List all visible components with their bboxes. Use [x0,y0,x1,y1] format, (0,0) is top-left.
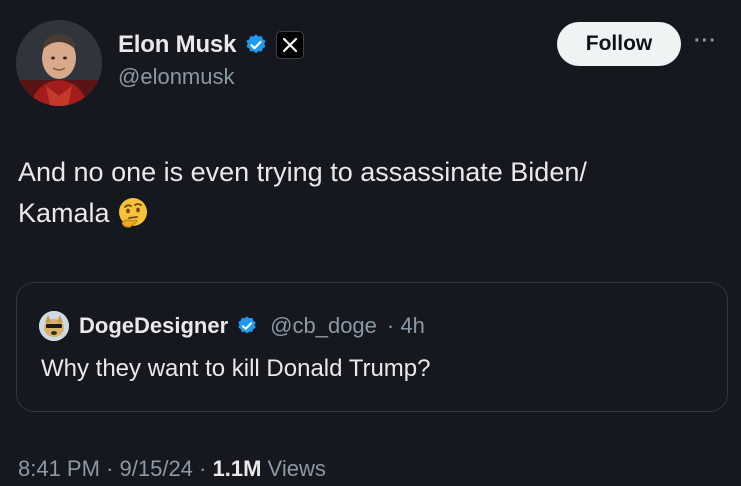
author-avatar[interactable] [16,20,102,106]
tweet-time[interactable]: 8:41 PM [18,456,100,481]
meta-separator: · [199,456,207,481]
tweet-text-line-2: Kamala [18,198,110,228]
author-name-row: Elon Musk [118,29,305,61]
quoted-author-avatar[interactable] [39,311,69,341]
quoted-author-handle[interactable]: @cb_doge [270,313,377,339]
avatar-image [16,20,102,106]
quoted-tweet-header: DogeDesigner @cb_doge · 4h [39,311,425,341]
quoted-verified-badge-icon [236,315,258,337]
tweet-text-line-2-wrap: Kamala [18,193,718,234]
views-label: Views [267,456,326,481]
tweet-text-line-1: And no one is even trying to assassinate… [18,157,587,187]
author-handle[interactable]: @elonmusk [118,64,235,90]
tweet-text: And no one is even trying to assassinate… [18,152,718,234]
follow-button[interactable]: Follow [557,22,681,66]
more-options-icon[interactable]: ··· [694,30,717,53]
verified-badge-icon[interactable] [244,33,268,57]
views-count[interactable]: 1.1M [213,456,262,481]
quoted-author-name[interactable]: DogeDesigner [79,313,228,339]
quoted-tweet-time: · 4h [386,313,425,338]
quoted-tweet[interactable]: DogeDesigner @cb_doge · 4h Why they want… [16,282,728,412]
tweet-date[interactable]: 9/15/24 [120,456,193,481]
tweet-card: Elon Musk @elonmusk Follow ··· And no on… [0,0,741,486]
thinking-face-icon [116,196,150,230]
meta-separator: · [106,456,114,481]
tweet-metadata: 8:41 PM · 9/15/24 · 1.1M Views [18,456,326,482]
quoted-tweet-text: Why they want to kill Donald Trump? [41,355,431,382]
author-name[interactable]: Elon Musk [118,31,236,59]
x-logo-icon[interactable] [276,31,305,59]
